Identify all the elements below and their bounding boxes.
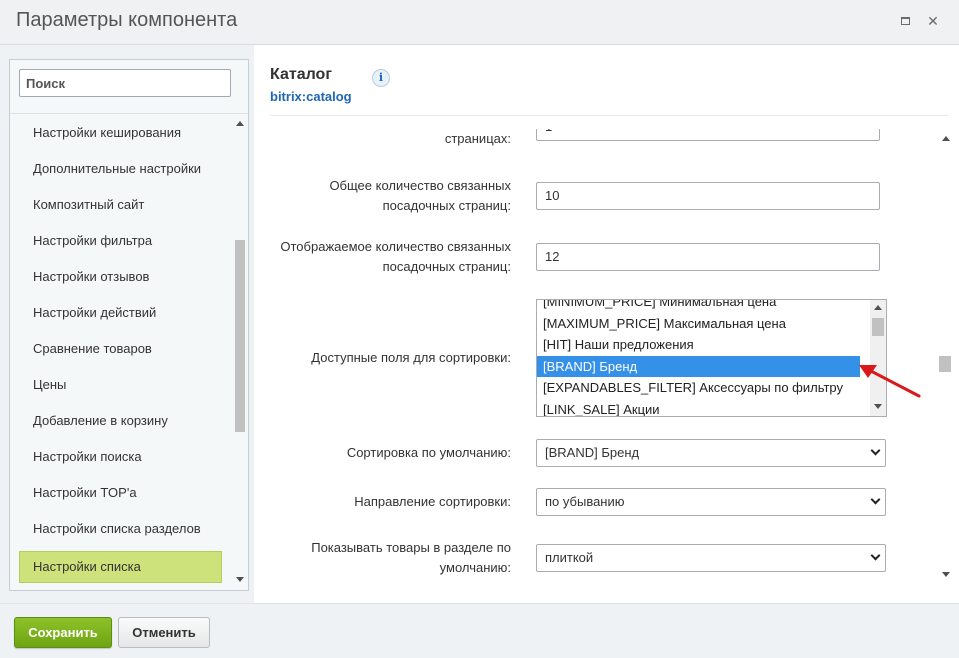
info-icon[interactable]: i — [372, 69, 390, 87]
scroll-down-icon[interactable] — [874, 404, 882, 409]
list-option[interactable]: [EXPANDABLES_FILTER] Аксессуары по фильт… — [537, 377, 886, 399]
annotation-arrow-icon — [859, 365, 921, 398]
chevron-down-icon — [870, 445, 881, 456]
chevron-down-icon — [870, 494, 881, 505]
sidebar-item-list-settings[interactable]: Настройки списка — [19, 551, 222, 583]
search-area — [10, 60, 248, 114]
field-label-default-view: Показывать товары в разделе по умолчанию… — [311, 538, 511, 578]
content-panel: Каталог i bitrix:catalog страницах: 1 Об… — [254, 45, 959, 603]
scroll-up-icon[interactable] — [236, 121, 244, 126]
default-sort-select[interactable]: [BRAND] Бренд — [536, 439, 886, 467]
dialog-body: Настройки кеширования Дополнительные нас… — [0, 45, 959, 603]
list-option[interactable]: [MINIMUM_PRICE] Минимальная цена — [537, 300, 886, 313]
field-label-sort-direction: Направление сортировки: — [354, 494, 511, 509]
select-value: плиткой — [545, 550, 594, 565]
label-line: умолчанию: — [439, 560, 511, 575]
save-button[interactable]: Сохранить — [14, 617, 112, 648]
scroll-down-icon[interactable] — [942, 572, 950, 577]
label-line: Отображаемое количество связанных — [280, 239, 511, 254]
sidebar-nav: Настройки кеширования Дополнительные нас… — [10, 115, 232, 590]
scroll-down-icon[interactable] — [236, 577, 244, 582]
sidebar-item-additional[interactable]: Дополнительные настройки — [10, 151, 232, 187]
label-line: Общее количество связанных — [329, 178, 511, 193]
sidebar-scrollbar[interactable] — [233, 115, 248, 590]
select-value: по убыванию — [545, 494, 625, 509]
component-header: Каталог i bitrix:catalog — [254, 45, 959, 116]
default-view-select[interactable]: плиткой — [536, 544, 886, 572]
sidebar-item-reviews[interactable]: Настройки отзывов — [10, 259, 232, 295]
label-line: посадочных страниц: — [382, 259, 511, 274]
scroll-up-icon[interactable] — [874, 305, 882, 310]
sidebar-item-filter[interactable]: Настройки фильтра — [10, 223, 232, 259]
scroll-thumb[interactable] — [939, 356, 951, 372]
sidebar-item-top[interactable]: Настройки TOP'а — [10, 475, 232, 511]
shown-landing-input[interactable]: 12 — [536, 243, 880, 271]
cancel-button[interactable]: Отменить — [118, 617, 210, 648]
scroll-thumb[interactable] — [235, 240, 245, 432]
close-icon[interactable]: ✕ — [926, 14, 940, 28]
sidebar: Настройки кеширования Дополнительные нас… — [9, 59, 249, 591]
field-label-pages: страницах: — [444, 131, 511, 146]
sidebar-item-search[interactable]: Настройки поиска — [10, 439, 232, 475]
label-line: Показывать товары в разделе по — [311, 540, 511, 555]
sidebar-item-cache[interactable]: Настройки кеширования — [10, 115, 232, 151]
scroll-thumb[interactable] — [872, 318, 884, 336]
divider — [270, 115, 948, 116]
label-line: посадочных страниц: — [382, 198, 511, 213]
list-option[interactable]: [MAXIMUM_PRICE] Максимальная цена — [537, 313, 886, 335]
sidebar-item-composite[interactable]: Композитный сайт — [10, 187, 232, 223]
settings-form: страницах: 1 Общее количество связанных … — [254, 129, 934, 589]
content-scrollbar[interactable] — [938, 129, 953, 585]
window-title: Параметры компонента — [16, 9, 238, 31]
search-input[interactable] — [19, 69, 231, 97]
chevron-down-icon — [870, 550, 881, 561]
sidebar-item-actions[interactable]: Настройки действий — [10, 295, 232, 331]
scroll-up-icon[interactable] — [942, 136, 950, 141]
field-label-default-sort: Сортировка по умолчанию: — [346, 445, 511, 460]
dialog-footer: Сохранить Отменить — [0, 603, 959, 658]
sidebar-item-compare[interactable]: Сравнение товаров — [10, 331, 232, 367]
sort-fields-listbox[interactable]: [MINIMUM_PRICE] Минимальная цена [MAXIMU… — [536, 299, 887, 417]
select-value: [BRAND] Бренд — [545, 445, 640, 460]
list-option[interactable]: [LINK_SALE] Акции — [537, 399, 886, 417]
list-option[interactable]: [HIT] Наши предложения — [537, 334, 886, 356]
field-label-shown-landing: Отображаемое количество связанных посадо… — [280, 237, 511, 277]
title-bar: Параметры компонента ✕ — [0, 0, 959, 45]
sidebar-item-prices[interactable]: Цены — [10, 367, 232, 403]
pages-input[interactable]: 1 — [536, 129, 880, 141]
sidebar-item-section-list[interactable]: Настройки списка разделов — [10, 511, 232, 547]
total-landing-input[interactable]: 10 — [536, 182, 880, 210]
component-code: bitrix:catalog — [270, 89, 352, 104]
list-option-selected[interactable]: [BRAND] Бренд — [537, 355, 860, 377]
field-label-total-landing: Общее количество связанных посадочных ст… — [329, 176, 511, 216]
maximize-icon[interactable] — [898, 14, 912, 28]
field-label-sort-fields: Доступные поля для сортировки: — [311, 350, 511, 365]
sidebar-item-basket[interactable]: Добавление в корзину — [10, 403, 232, 439]
sort-direction-select[interactable]: по убыванию — [536, 488, 886, 516]
component-title: Каталог — [270, 66, 332, 83]
